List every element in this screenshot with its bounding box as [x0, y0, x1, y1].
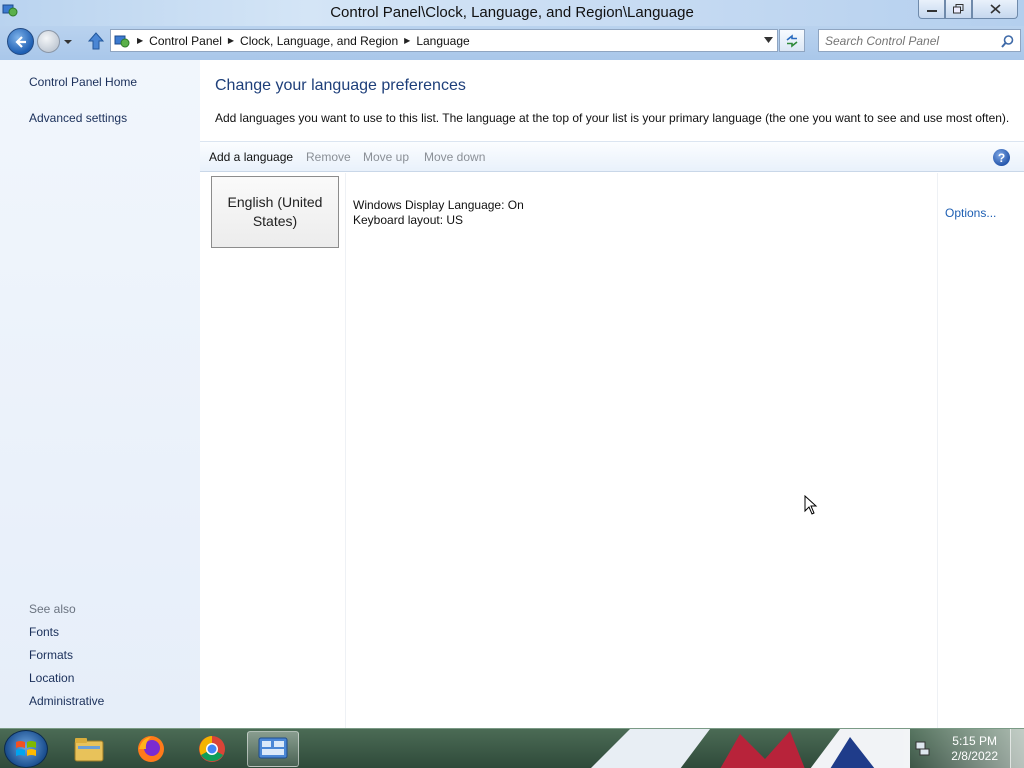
language-toolbar: Add a language Remove Move up Move down … [200, 141, 1024, 172]
language-details: Windows Display Language: On Keyboard la… [353, 198, 524, 228]
restore-icon [953, 4, 964, 14]
minimize-icon [926, 10, 937, 12]
remove-button[interactable]: Remove [306, 150, 351, 164]
refresh-button[interactable] [779, 29, 805, 52]
breadcrumb-separator-icon[interactable]: ▶ [228, 36, 234, 45]
minimize-button[interactable] [918, 0, 945, 19]
close-button[interactable] [972, 0, 1018, 19]
restore-button[interactable] [945, 0, 972, 19]
language-item-english-us[interactable]: English (United States) [211, 176, 339, 248]
arrow-left-icon [14, 35, 26, 48]
control-panel-icon [258, 737, 288, 759]
chevron-down-icon[interactable] [63, 37, 73, 47]
mouse-cursor-icon [804, 495, 818, 515]
file-explorer-icon [74, 738, 104, 762]
taskbar-control-panel[interactable] [247, 731, 299, 767]
control-panel-window: Control Panel\Clock, Language, and Regio… [0, 0, 1024, 728]
search-box[interactable] [818, 29, 1021, 52]
help-icon[interactable]: ? [993, 149, 1010, 166]
keyboard-layout-status: Keyboard layout: US [353, 213, 464, 227]
system-clock[interactable]: 5:15 PM 2/8/2022 [951, 734, 998, 764]
chrome-icon [199, 736, 225, 762]
start-button[interactable] [4, 730, 48, 768]
windows-logo-icon [16, 741, 36, 756]
breadcrumb-language[interactable]: Language [416, 34, 469, 48]
breadcrumb-clock-language-region[interactable]: Clock, Language, and Region [240, 34, 398, 48]
network-icon[interactable] [914, 740, 931, 757]
taskbar: 5:15 PM 2/8/2022 [0, 728, 1024, 768]
location-link[interactable]: Location [29, 671, 74, 685]
firefox-icon [138, 736, 164, 762]
main-panel: Change your language preferences Add lan… [200, 60, 1024, 728]
add-language-button[interactable]: Add a language [209, 150, 293, 164]
navigation-bar: ▶ Control Panel ▶ Clock, Language, and R… [0, 26, 1024, 58]
column-divider [345, 173, 346, 728]
title-bar[interactable]: Control Panel\Clock, Language, and Regio… [0, 0, 1024, 26]
administrative-link[interactable]: Administrative [29, 694, 104, 708]
taskbar-firefox[interactable] [125, 731, 177, 767]
address-bar[interactable]: ▶ Control Panel ▶ Clock, Language, and R… [110, 29, 778, 52]
task-pane: Control Panel Home Advanced settings See… [0, 60, 200, 728]
back-button[interactable] [7, 28, 34, 55]
content-area: Control Panel Home Advanced settings See… [0, 60, 1024, 728]
taskbar-file-explorer[interactable] [63, 731, 115, 767]
search-icon[interactable] [1001, 35, 1014, 48]
refresh-icon [786, 33, 798, 48]
page-description: Add languages you want to use to this li… [215, 111, 1010, 125]
forward-button[interactable] [37, 30, 60, 53]
control-panel-icon [114, 35, 130, 47]
up-arrow-icon[interactable] [86, 31, 106, 51]
breadcrumb-separator-icon[interactable]: ▶ [137, 36, 143, 45]
clock-time: 5:15 PM [952, 734, 997, 748]
advanced-settings-link[interactable]: Advanced settings [29, 111, 127, 125]
move-up-button[interactable]: Move up [363, 150, 409, 164]
page-title: Change your language preferences [215, 77, 466, 94]
taskbar-chrome[interactable] [186, 731, 238, 767]
control-panel-home-link[interactable]: Control Panel Home [29, 75, 137, 89]
clock-date: 2/8/2022 [951, 749, 998, 763]
wallpaper-decoration [590, 729, 910, 768]
window-title: Control Panel\Clock, Language, and Regio… [330, 4, 694, 21]
fonts-link[interactable]: Fonts [29, 625, 59, 639]
options-link[interactable]: Options... [945, 206, 996, 220]
breadcrumb-control-panel[interactable]: Control Panel [149, 34, 222, 48]
search-input[interactable] [825, 33, 1000, 48]
display-language-status: Windows Display Language: On [353, 198, 524, 212]
move-down-button[interactable]: Move down [424, 150, 485, 164]
close-icon [989, 4, 1001, 14]
language-list: English (United States) Windows Display … [200, 173, 1024, 728]
breadcrumb-separator-icon[interactable]: ▶ [404, 36, 410, 45]
formats-link[interactable]: Formats [29, 648, 73, 662]
chevron-down-icon[interactable] [764, 37, 773, 44]
column-divider [937, 173, 938, 728]
see-also-label: See also [29, 602, 76, 616]
show-desktop-button[interactable] [1010, 729, 1024, 768]
